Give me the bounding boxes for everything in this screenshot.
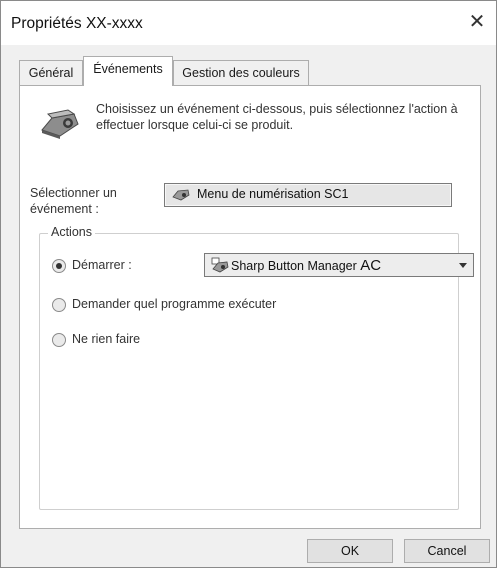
program-select[interactable]: Sharp Button Manager AC: [204, 253, 474, 277]
events-panel: Choisissez un événement ci-dessous, puis…: [19, 85, 481, 529]
program-suffix: AC: [360, 257, 382, 274]
properties-dialog: Propriétés XX-xxxx ✕ Général Événements …: [0, 0, 497, 568]
scanner-camera-icon: [41, 109, 79, 139]
program-select-value: Sharp Button Manager AC: [231, 257, 381, 274]
program-name: Sharp Button Manager: [231, 259, 361, 273]
title-bar: Propriétés XX-xxxx ✕: [1, 1, 496, 45]
radio-demander-circle[interactable]: [52, 298, 66, 312]
close-icon[interactable]: ✕: [466, 11, 488, 33]
radio-rien-circle[interactable]: [52, 333, 66, 347]
event-select-button[interactable]: Menu de numérisation SC1: [164, 183, 452, 207]
ok-button[interactable]: OK: [307, 539, 393, 563]
radio-rien-label: Ne rien faire: [72, 332, 141, 346]
radio-demarrer-label: Démarrer :: [72, 258, 132, 272]
event-label: Sélectionner un événement :: [30, 186, 117, 216]
window-title: Propriétés XX-xxxx: [11, 15, 143, 32]
scanner-icon: [172, 189, 190, 201]
intro-text: Choisissez un événement ci-dessous, puis…: [96, 102, 458, 132]
radio-demarrer-circle[interactable]: [52, 259, 66, 273]
actions-group: Actions Démarrer : Sharp Button Manager …: [39, 225, 474, 510]
tab-gestion-couleurs[interactable]: Gestion des couleurs: [173, 60, 309, 85]
chevron-down-icon[interactable]: [459, 263, 467, 268]
cancel-button[interactable]: Cancel: [404, 539, 490, 563]
actions-title: Actions: [48, 225, 95, 239]
tab-general[interactable]: Général: [19, 60, 83, 85]
sharp-program-icon: [211, 257, 229, 273]
event-value: Menu de numérisation SC1: [197, 187, 349, 201]
radio-demander-label: Demander quel programme exécuter: [72, 297, 277, 311]
tab-evenements[interactable]: Événements: [83, 56, 173, 86]
